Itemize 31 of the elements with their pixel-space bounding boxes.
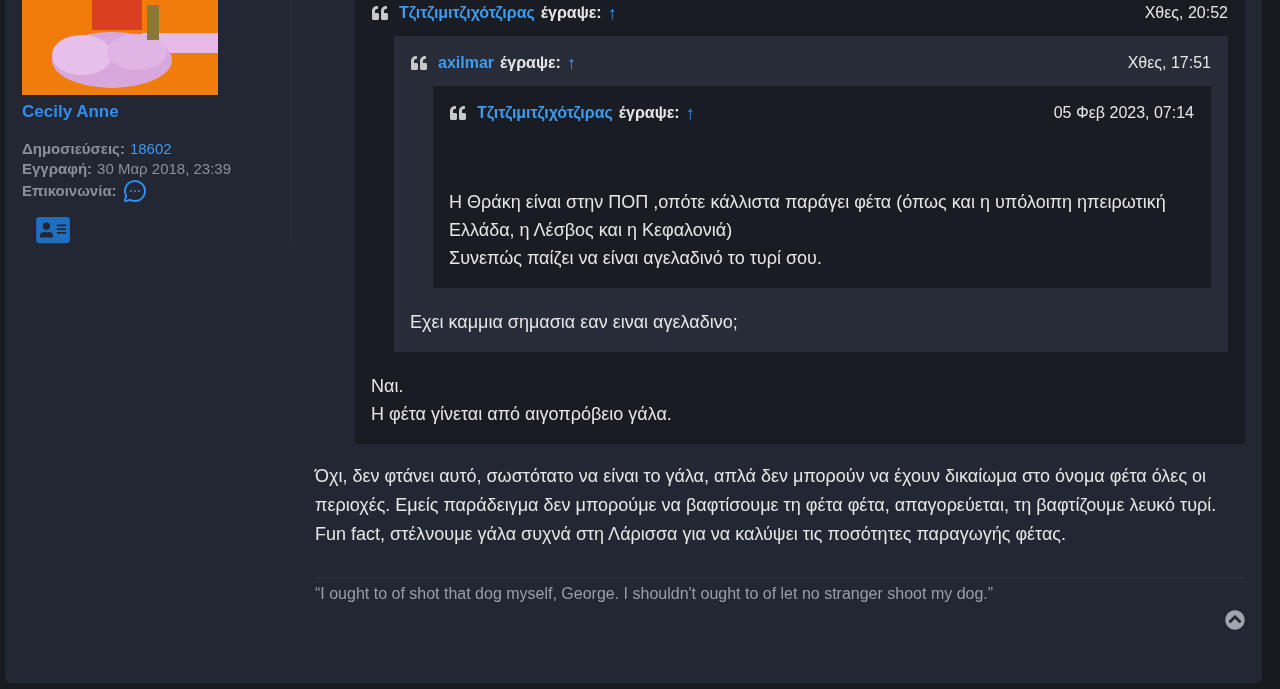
quote-icon <box>371 5 389 21</box>
jump-to-post-link[interactable]: ↑ <box>685 99 695 127</box>
profile-card-icon[interactable] <box>35 214 71 245</box>
wrote-label: έγραψε: <box>500 53 561 73</box>
quote-icon <box>449 105 467 121</box>
quote-text: Εχει καμμια σημασια εαν ειναι αγελαδινο; <box>410 311 739 334</box>
quote-text: Η φέτα γίνεται από αιγοπρόβειο γάλα. <box>371 403 673 426</box>
jump-to-post-link[interactable]: ↑ <box>566 49 576 77</box>
post-text: Όχι, δεν φτάνει αυτό, σωστότατο να είναι το γάλα, απλά δεν μπορούν να έχουν δικαίωμα στο όνομα φέτα όλες οι περιοχές. Εμείς παράδειγμα δεν μπορούμε να βαφτίσουμε τη φέτα φέτα, απαγορεύεται, τη βαφτίζουμε λευκό τυρί. Fun fact, στέλνουμε γάλα συχνά στη Λάρισσα για να καλύψει τις ποσότητες παραγωγής φέτας. <box>315 465 1218 546</box>
author-link[interactable]: Τζιτζιμιτζιχότζιρας <box>399 1 535 25</box>
stat-label: Δημοσιεύσεις: <box>22 138 125 158</box>
posts-count-link[interactable]: 18602 <box>129 138 172 158</box>
jump-to-post-link[interactable]: ↑ <box>607 0 617 27</box>
quote-time: Χθες, 17:51 <box>1127 53 1211 73</box>
scroll-top-icon[interactable] <box>1225 610 1245 630</box>
quote-text: Η Θράκη είναι στην ΠΟΠ ,οπότε κάλλιστα παράγει φέτα (όπως και η υπόλοιπη ηπειρωτική Ελλάδα, η Λέσβος και η Κεφαλονιά) <box>449 191 1167 242</box>
quote-icon <box>410 55 428 71</box>
username-link[interactable]: Cecily Anne <box>22 99 291 125</box>
signature-text: “I ought to of shot that dog myself, George. I shouldn't ought to of let no stranger shoot my dog.” <box>315 584 995 604</box>
author-link[interactable]: Τζιτζιμιτζιχότζιρας <box>477 101 613 125</box>
stat-label: Εγγραφή: <box>22 158 93 178</box>
quote-time: Χθες, 20:52 <box>1144 3 1228 23</box>
author-link[interactable]: axilmar <box>438 51 495 75</box>
chat-icon[interactable] <box>121 178 148 203</box>
join-date: 30 Μαρ 2018, 23:39 <box>97 158 232 178</box>
quote-text: Συνεπώς παίζει να είναι αγελαδινό το τυρί σου. <box>449 247 823 270</box>
wrote-label: έγραψε: <box>618 103 680 123</box>
stat-label: Επικοινωνία: <box>22 181 117 200</box>
quote-time: 05 Φεβ 2023, 07:14 <box>1053 103 1194 123</box>
quote-text: Ναι. <box>371 375 405 398</box>
wrote-label: έγραψε: <box>540 3 602 23</box>
